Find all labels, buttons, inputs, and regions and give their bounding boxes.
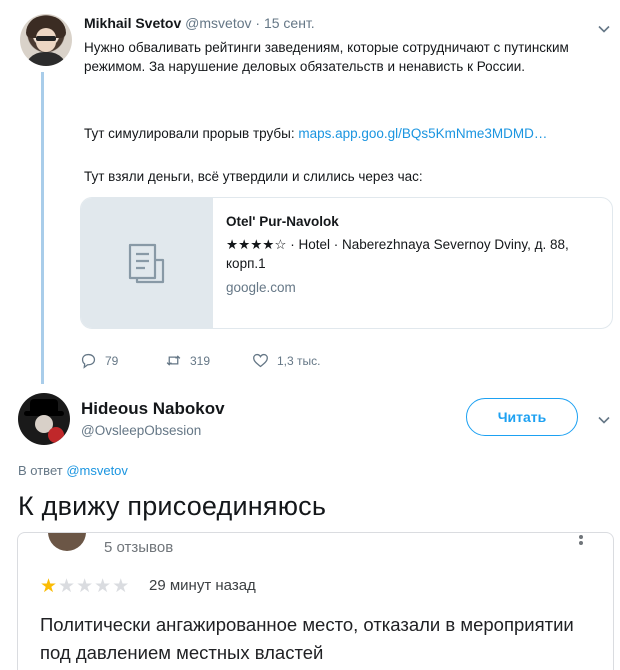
tweet-text-line-2: Тут симулировали прорыв трубы: maps.app.… [84,124,604,143]
reply-prefix: В ответ [18,463,67,478]
tweet-date[interactable]: 15 сент. [264,15,315,31]
tweet-original: Mikhail Svetov @msvetov · 15 сент. Нужно… [0,0,620,384]
review-text: Политически ангажированное место, отказа… [40,614,574,663]
follow-button[interactable]: Читать [466,398,578,436]
reply-count: 79 [105,353,119,368]
tweet-text-line-3: Тут взяли деньги, всё утвердили и слилис… [84,169,423,184]
card-description: ★★★★☆ · Hotel · Naberezhnaya Severnoy Dv… [226,237,569,271]
tweet-text-prefix: Тут симулировали прорыв трубы: [84,126,299,141]
reviews-count: 5 отзывов [104,539,174,556]
card-domain: google.com [226,280,296,295]
avatar[interactable] [20,14,72,66]
chevron-down-icon[interactable] [597,413,611,427]
star-empty-icon: ★ [58,576,77,597]
link-card[interactable]: Otel' Pur-Navolok ★★★★☆ · Hotel · Nabere… [80,197,613,329]
author-name[interactable]: Mikhail Svetov [84,15,181,31]
heart-icon [253,353,268,368]
tweet-text: Нужно обваливать рейтинги заведениям, ко… [84,40,569,74]
avatar[interactable] [18,393,70,445]
author-name[interactable]: Hideous Nabokov [81,399,225,419]
star-empty-icon: ★ [94,576,113,597]
reply-button[interactable]: 79 [80,352,118,369]
star-rating: ★★★★★ [40,575,130,598]
card-thumbnail [81,198,213,328]
retweet-count: 319 [190,353,211,368]
tweet-header: Mikhail Svetov @msvetov · 15 сент. [84,15,315,31]
reply-icon [81,353,96,369]
star-filled-icon: ★ [40,576,59,597]
card-body: Otel' Pur-Navolok ★★★★☆ · Hotel · Nabere… [226,212,606,297]
reviewer-avatar [48,533,86,551]
review-time: 29 минут назад [149,577,256,594]
author-handle[interactable]: @msvetov [185,15,251,31]
thread-line [41,72,44,384]
chevron-down-icon[interactable] [597,22,611,36]
author-handle[interactable]: @OvsleepObsesion [81,423,201,438]
reply-handle-link[interactable]: @msvetov [66,463,128,478]
separator: · [255,15,261,31]
tweet-link[interactable]: maps.app.goo.gl/BQs5KmNme3MDMD… [298,126,547,141]
document-icon [128,243,165,284]
reply-context: В ответ @msvetov [18,463,128,478]
more-menu-icon [579,535,583,545]
attached-review-image: 5 отзывов ★★★★★ 29 минут назад Политичес… [17,532,614,670]
like-count: 1,3 тыс. [277,353,321,368]
retweet-icon [166,355,181,366]
like-button[interactable]: 1,3 тыс. [252,352,320,369]
retweet-button[interactable]: 319 [165,352,210,369]
tweet-text: К движу присоединяюсь [18,491,327,521]
card-title: Otel' Pur-Navolok [226,214,339,229]
star-empty-icon: ★ [76,576,95,597]
star-empty-icon: ★ [112,576,131,597]
